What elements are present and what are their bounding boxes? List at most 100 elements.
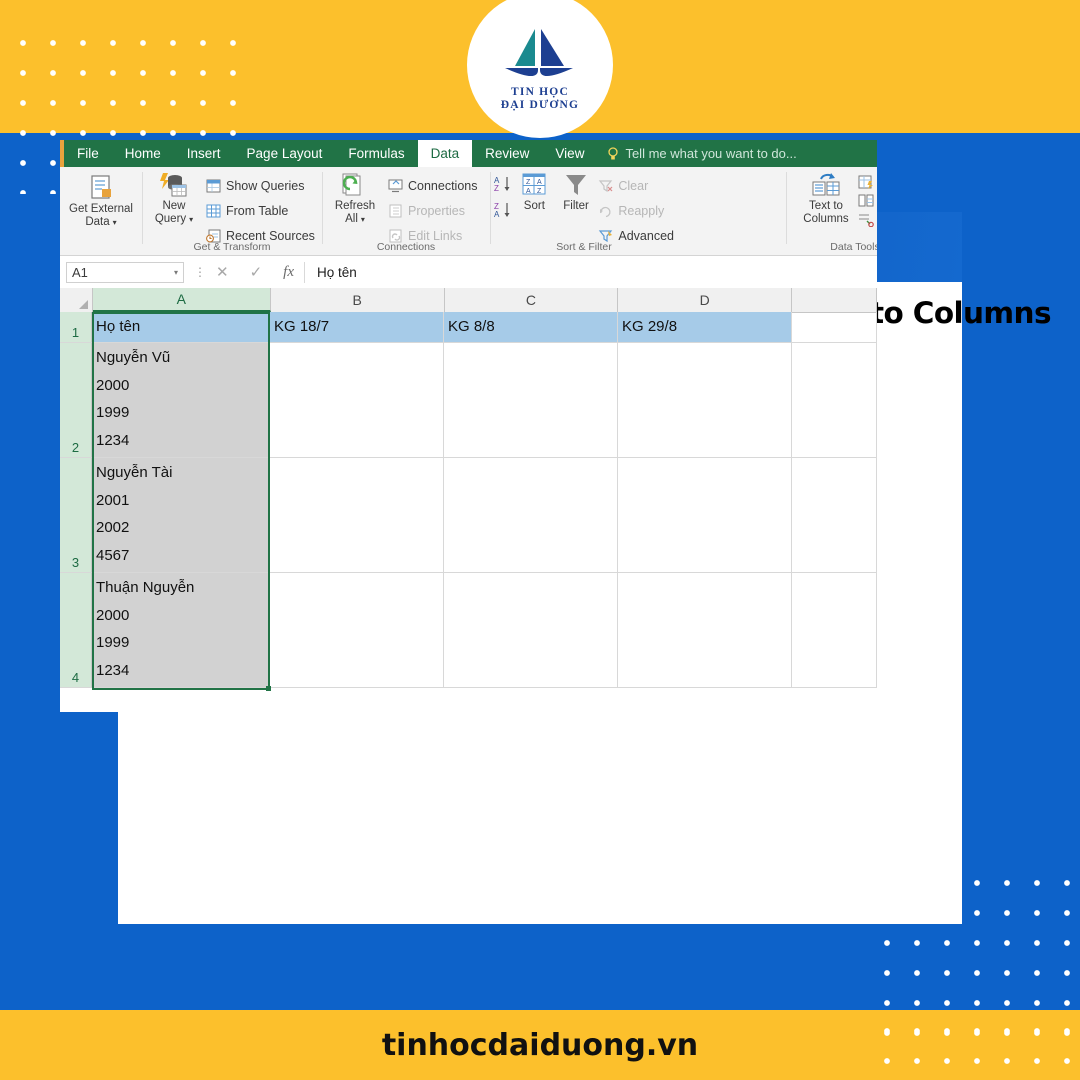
text-to-columns-button[interactable]: Text to Columns	[800, 172, 852, 227]
tab-view[interactable]: View	[542, 140, 597, 167]
properties-button: Properties	[388, 199, 478, 223]
tab-insert[interactable]: Insert	[174, 140, 234, 167]
column-header-b[interactable]: B	[271, 288, 445, 312]
formula-bar-input[interactable]: Họ tên	[317, 265, 357, 280]
get-external-data-caret-icon: ▾	[112, 218, 117, 227]
row-header-1[interactable]: 1	[60, 312, 92, 343]
confirm-icon[interactable]: ✓	[250, 263, 263, 281]
get-external-data-icon	[91, 175, 111, 199]
get-external-data-label-1: Get External	[69, 203, 133, 215]
ribbon-group-get-and-transform: New Query ▾ Show Queries From Table Rece…	[146, 167, 318, 255]
tab-file[interactable]: File	[64, 140, 112, 167]
table-row: 4 Thuận Nguyễn 2000 1999 1234	[60, 573, 877, 688]
ribbon-tab-bar: File Home Insert Page Layout Formulas Da…	[60, 140, 877, 167]
new-query-icon	[160, 173, 187, 197]
connections-icon	[388, 179, 403, 193]
clear-filter-icon	[599, 180, 613, 193]
tab-formulas[interactable]: Formulas	[335, 140, 417, 167]
from-table-button[interactable]: From Table	[206, 199, 315, 223]
column-header-d[interactable]: D	[618, 288, 793, 312]
cell-e2[interactable]	[792, 343, 877, 458]
ribbon-separator	[142, 172, 143, 244]
name-box[interactable]: A1 ▾	[66, 261, 184, 283]
table-row: 3 Nguyễn Tài 2001 2002 4567	[60, 458, 877, 573]
connections-button[interactable]: Connections	[388, 174, 478, 198]
cell-b4[interactable]	[270, 573, 444, 688]
sort-button[interactable]: Z A A Z Sort	[515, 172, 554, 248]
chevron-down-icon: ▾	[173, 267, 178, 277]
tab-review[interactable]: Review	[472, 140, 542, 167]
select-all-triangle-icon	[78, 300, 88, 309]
select-all-corner[interactable]	[60, 288, 93, 312]
clear-filter-button: Clear	[598, 174, 674, 198]
data-validation-icon[interactable]	[858, 193, 874, 208]
text-to-columns-icon	[812, 173, 840, 196]
ribbon-body: Get External Data ▾ New Query ▾ Show Que…	[60, 167, 877, 256]
filter-button[interactable]: Filter	[557, 172, 596, 248]
svg-text:A: A	[526, 188, 531, 195]
column-header-row: A B C D	[60, 288, 877, 313]
tell-me-search[interactable]: Tell me what you want to do...	[597, 140, 806, 167]
sort-dialog-icon: Z A A Z	[522, 173, 546, 195]
cell-b3[interactable]	[270, 458, 444, 573]
cell-b1[interactable]: KG 18/7	[270, 312, 444, 343]
cell-a3[interactable]: Nguyễn Tài 2001 2002 4567	[92, 458, 270, 573]
tab-data[interactable]: Data	[417, 140, 473, 167]
svg-text:Z: Z	[537, 188, 542, 195]
cell-d1[interactable]: KG 29/8	[618, 312, 792, 343]
spreadsheet-rows: 1 Họ tên KG 18/7 KG 8/8 KG 29/8 2 Nguyễn…	[60, 312, 877, 688]
sailboat-icon	[505, 28, 573, 76]
fx-icon[interactable]: fx	[283, 264, 294, 281]
cell-c3[interactable]	[444, 458, 618, 573]
clear-filter-label: Clear	[618, 179, 649, 193]
svg-text:A: A	[537, 179, 542, 186]
tab-home[interactable]: Home	[112, 140, 174, 167]
cell-e3[interactable]	[792, 458, 877, 573]
cell-d2[interactable]	[618, 343, 792, 458]
cell-c4[interactable]	[444, 573, 618, 688]
group-label-get-and-transform: Get & Transform	[193, 241, 271, 253]
properties-icon	[389, 204, 402, 218]
svg-text:A: A	[494, 210, 500, 219]
row-header-3[interactable]: 3	[60, 458, 92, 573]
cell-a4[interactable]: Thuận Nguyễn 2000 1999 1234	[92, 573, 270, 688]
ribbon-group-get-external-data: Get External Data ▾	[64, 167, 138, 255]
footer-website-url: tinhocdaiduong.vn	[381, 1028, 699, 1063]
sort-z-to-a-icon[interactable]: Z A	[494, 201, 512, 219]
cell-a1[interactable]: Họ tên	[92, 312, 270, 343]
cell-d4[interactable]	[618, 573, 792, 688]
column-header-a[interactable]: A	[92, 288, 271, 312]
ribbon-separator	[322, 172, 323, 244]
new-query-button[interactable]: New Query ▾	[146, 172, 202, 248]
logo-line-1: TIN HỌC	[511, 85, 569, 98]
get-external-data-button[interactable]: Get External Data ▾	[64, 173, 138, 229]
relationships-icon[interactable]	[858, 212, 874, 227]
cancel-icon[interactable]: ✕	[216, 263, 229, 281]
cell-e1[interactable]	[792, 312, 877, 343]
ribbon-group-data-tools: Text to Columns Data Tools	[790, 167, 877, 255]
tab-page-layout[interactable]: Page Layout	[234, 140, 336, 167]
column-header-e[interactable]	[792, 288, 877, 312]
row-header-2[interactable]: 2	[60, 343, 92, 458]
sort-a-to-z-icon[interactable]: A Z	[494, 175, 512, 193]
cell-b2[interactable]	[270, 343, 444, 458]
ribbon-separator	[786, 172, 787, 244]
refresh-all-label-1: Refresh	[334, 200, 376, 212]
show-queries-button[interactable]: Show Queries	[206, 174, 315, 198]
cell-d3[interactable]	[618, 458, 792, 573]
svg-text:Z: Z	[526, 179, 531, 186]
ribbon-group-connections: Refresh All ▾ Connections Properties Edi…	[326, 167, 486, 255]
row-header-4[interactable]: 4	[60, 573, 92, 688]
group-label-connections: Connections	[376, 241, 436, 253]
cell-c2[interactable]	[444, 343, 618, 458]
filter-funnel-icon	[566, 175, 587, 195]
cell-a2[interactable]: Nguyễn Vũ 2000 1999 1234	[92, 343, 270, 458]
column-header-c[interactable]: C	[445, 288, 619, 312]
get-external-data-label-2: Data	[85, 216, 110, 228]
sort-label: Sort	[523, 200, 545, 212]
reapply-icon	[600, 206, 611, 218]
cell-c1[interactable]: KG 8/8	[444, 312, 618, 343]
cell-e4[interactable]	[792, 573, 877, 688]
refresh-all-button[interactable]: Refresh All ▾	[326, 172, 384, 248]
flash-fill-icon[interactable]	[858, 175, 874, 190]
